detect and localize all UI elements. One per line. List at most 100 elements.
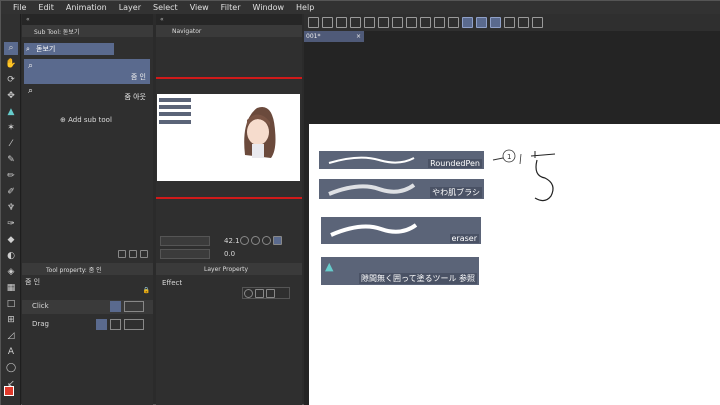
- ruler-tool-icon[interactable]: ◿: [4, 330, 18, 343]
- subtool-item-zoom-out[interactable]: ⌕ 줌 아웃: [24, 84, 150, 104]
- app-window: File Edit Animation Layer Select View Fi…: [0, 0, 720, 405]
- click-zoom-in-button[interactable]: [110, 301, 121, 312]
- new-icon[interactable]: [118, 250, 126, 258]
- rotate-tool-icon[interactable]: ⟳: [4, 74, 18, 87]
- preview-brush-1: [159, 98, 191, 102]
- zoom-in-button[interactable]: [251, 236, 260, 245]
- menu-select[interactable]: Select: [147, 1, 184, 14]
- bucket-tool-icon[interactable]: ◈: [4, 266, 18, 279]
- canvas-paper[interactable]: RoundedPen やわ肌ブラシ eraser ▲ 隙間無く囲って塗るツール …: [309, 124, 720, 405]
- subtool-item-zoom-in[interactable]: ⌕ 줌 인: [24, 59, 150, 84]
- eyedropper-tool-icon[interactable]: ⁄: [4, 138, 18, 151]
- stroke-preview: [328, 183, 416, 196]
- red-divider: [156, 197, 302, 199]
- layer-color-button[interactable]: [266, 289, 275, 298]
- zoom-out-button[interactable]: [240, 236, 249, 245]
- snap-special-ruler-icon[interactable]: [476, 17, 487, 28]
- move-tool-icon[interactable]: ✥: [4, 90, 18, 103]
- click-mode-dropdown[interactable]: [124, 301, 144, 312]
- drag-marquee-button[interactable]: [110, 319, 121, 330]
- subtool-group-title[interactable]: ⌕ 돋보기: [24, 43, 114, 55]
- menu-window[interactable]: Window: [246, 1, 290, 14]
- fit-button[interactable]: [262, 236, 271, 245]
- menu-filter[interactable]: Filter: [215, 1, 247, 14]
- text-tool-icon[interactable]: A: [4, 346, 18, 359]
- deselect-icon[interactable]: [434, 17, 445, 28]
- menu-help[interactable]: Help: [290, 1, 320, 14]
- brush-settings-icon[interactable]: [532, 17, 543, 28]
- border-effect-button[interactable]: [244, 289, 253, 298]
- save-icon[interactable]: [336, 17, 347, 28]
- panel-header: «: [156, 14, 302, 25]
- zoom-tool-icon[interactable]: ⌕: [4, 42, 18, 55]
- fill-tool-icon[interactable]: ▲: [4, 106, 18, 119]
- open-icon[interactable]: [322, 17, 333, 28]
- figure-tool-icon[interactable]: □: [4, 298, 18, 311]
- handwritten-annotation: 1: [492, 149, 556, 202]
- collapse-icon[interactable]: «: [26, 16, 30, 23]
- fill-icon[interactable]: [392, 17, 403, 28]
- drag-zoom-button[interactable]: [96, 319, 107, 330]
- character-thumbnail: [244, 106, 276, 158]
- navigator-panel: « Navigator 42.1 0.0: [156, 14, 302, 264]
- balloon-tool-icon[interactable]: ◯: [4, 362, 18, 375]
- frame-tool-icon[interactable]: ⊞: [4, 314, 18, 327]
- search-icon: ⌕: [26, 45, 30, 53]
- close-icon[interactable]: ×: [356, 31, 364, 42]
- subtool-group-label: 돋보기: [36, 45, 56, 53]
- snap-grid-icon[interactable]: [490, 17, 501, 28]
- menu-edit[interactable]: Edit: [32, 1, 60, 14]
- drag-mode-dropdown[interactable]: [124, 319, 144, 330]
- navigator-tab[interactable]: Navigator: [156, 25, 302, 37]
- crop-icon[interactable]: [448, 17, 459, 28]
- duplicate-icon[interactable]: [129, 250, 137, 258]
- airbrush-tool-icon[interactable]: ♆: [4, 202, 18, 215]
- subtool-tab[interactable]: Sub Tool: 돋보기: [22, 25, 153, 37]
- navigator-preview[interactable]: [157, 94, 300, 181]
- pen-tool-icon[interactable]: ✎: [4, 154, 18, 167]
- brush-label: 隙間無く囲って塗るツール 参照: [359, 273, 477, 284]
- collapse-icon[interactable]: «: [160, 16, 164, 23]
- lock-icon[interactable]: 🔒: [143, 287, 150, 294]
- panel-header: «: [22, 14, 153, 25]
- snap-ruler-icon[interactable]: [462, 17, 473, 28]
- document-tab[interactable]: 001* ×: [304, 31, 364, 42]
- redo-icon[interactable]: [364, 17, 375, 28]
- add-subtool-button[interactable]: ⊕ Add sub tool: [60, 116, 112, 124]
- pen-settings-icon[interactable]: [518, 17, 529, 28]
- trash-icon[interactable]: [140, 250, 148, 258]
- blend-tool-icon[interactable]: ◐: [4, 250, 18, 263]
- rotate-value: 0.0: [224, 250, 236, 258]
- transform-icon[interactable]: [406, 17, 417, 28]
- brush-sample-fill-gaps: ▲ 隙間無く囲って塗るツール 参照: [321, 257, 479, 285]
- rotate-slider[interactable]: [160, 249, 210, 259]
- eraser-tool-icon[interactable]: ◆: [4, 234, 18, 247]
- main-color-swatch[interactable]: [4, 386, 14, 396]
- layer-icon[interactable]: [504, 17, 515, 28]
- menu-layer[interactable]: Layer: [113, 1, 147, 14]
- brush-tool-icon[interactable]: ✐: [4, 186, 18, 199]
- subtool-panel: « Sub Tool: 돋보기 ⌕ 돋보기 ⌕ 줌 인 ⌕ 줌 아웃 ⊕ Add…: [22, 14, 153, 264]
- layer-property-tab-label: Layer Property: [204, 265, 249, 273]
- gradient-tool-icon[interactable]: ▦: [4, 282, 18, 295]
- menu-animation[interactable]: Animation: [60, 1, 113, 14]
- pencil-tool-icon[interactable]: ✏: [4, 170, 18, 183]
- document-tab-label: 001*: [306, 33, 321, 40]
- tone-effect-button[interactable]: [255, 289, 264, 298]
- stroke-preview: [328, 156, 415, 164]
- selection-icon[interactable]: [420, 17, 431, 28]
- sparkle-tool-icon[interactable]: ✶: [4, 122, 18, 135]
- fit-window-button[interactable]: [273, 236, 282, 245]
- undo-icon[interactable]: [350, 17, 361, 28]
- decoration-tool-icon[interactable]: ✑: [4, 218, 18, 231]
- tool-property-tab[interactable]: Tool property: 줌 인: [22, 263, 153, 275]
- brush-label: やわ肌ブラシ: [430, 187, 482, 198]
- brush-sample-rounded-pen: RoundedPen: [319, 151, 484, 169]
- zoom-slider[interactable]: [160, 236, 210, 246]
- hand-tool-icon[interactable]: ✋: [4, 58, 18, 71]
- layer-property-tab[interactable]: Layer Property: [156, 263, 302, 275]
- menu-file[interactable]: File: [7, 1, 32, 14]
- menu-view[interactable]: View: [184, 1, 215, 14]
- clear-icon[interactable]: [378, 17, 389, 28]
- new-icon[interactable]: [308, 17, 319, 28]
